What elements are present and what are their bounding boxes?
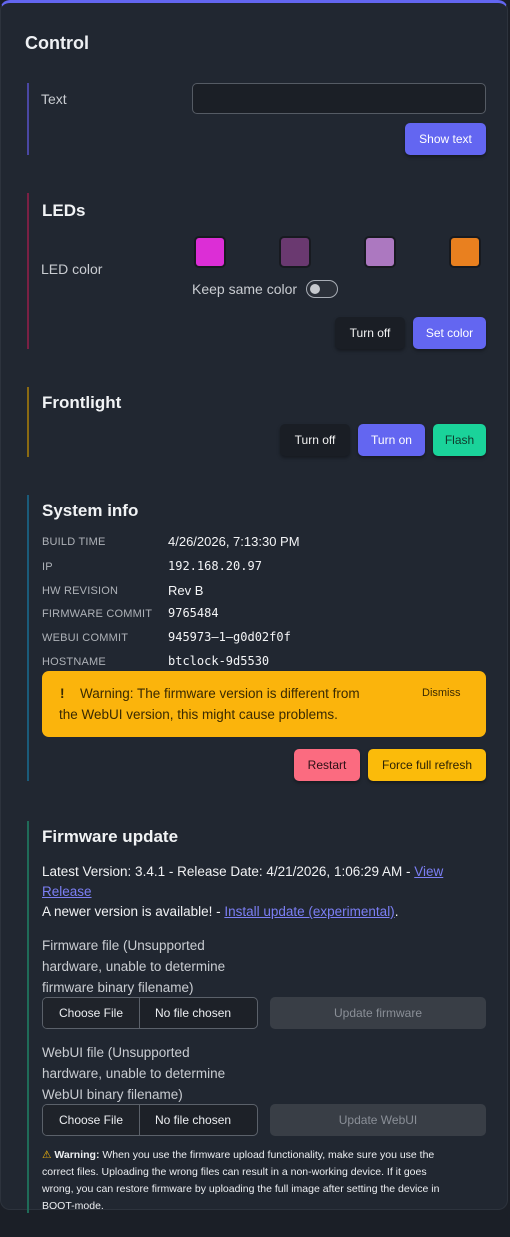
frontlight-turn-off-button[interactable]: Turn off	[280, 424, 350, 456]
set-color-button[interactable]: Set color	[413, 317, 486, 349]
warning-line-2: the WebUI version, this might cause prob…	[59, 707, 338, 722]
webui-file-label-line-3: WebUI binary filename)	[42, 1087, 183, 1102]
newer-version-line: A newer version is available! - Install …	[42, 904, 398, 919]
text-label: Text	[41, 91, 67, 107]
newer-version-text: A newer version is available! -	[42, 904, 225, 919]
leds-section: LEDs LED color Keep same color Turn off …	[27, 193, 487, 349]
webui-no-file-chosen: No file chosen	[155, 1113, 232, 1127]
firmware-file-label-line-2: hardware, unable to determine	[42, 959, 226, 974]
update-webui-button[interactable]: Update WebUI	[270, 1104, 486, 1136]
install-update-link[interactable]: Install update (experimental)	[224, 904, 394, 919]
firmware-choose-file-button[interactable]: Choose File	[43, 998, 140, 1028]
system-info-section: System info BUILD TIME 4/26/2026, 7:13:3…	[27, 495, 487, 781]
toggle-knob	[310, 284, 320, 294]
upload-warning-line-1: ⚠ Warning: When you use the firmware upl…	[42, 1147, 492, 1164]
leds-heading: LEDs	[42, 201, 86, 220]
view-release-link-part2[interactable]: Release	[42, 884, 92, 899]
firmware-commit-value: 9765484	[168, 606, 219, 620]
hw-revision-key: HW REVISION	[42, 585, 119, 597]
control-panel: Control Text Show text LEDs LED color Ke…	[0, 0, 508, 1213]
firmware-file-label-line-3: firmware binary filename)	[42, 980, 194, 995]
upload-warning-line-4: BOOT-mode.	[42, 1200, 104, 1212]
ip-key: IP	[42, 561, 53, 573]
ip-value: 192.168.20.97	[168, 559, 262, 573]
webui-file-input[interactable]: Choose File No file chosen	[42, 1104, 258, 1136]
newer-version-suffix: .	[394, 904, 399, 919]
firmware-no-file-chosen: No file chosen	[155, 1006, 232, 1020]
led-color-label: LED color	[41, 261, 103, 277]
upload-warning-line-2: correct files. Uploading the wrong files…	[42, 1166, 427, 1178]
upload-warning-note: ⚠ Warning: When you use the firmware upl…	[42, 1147, 492, 1215]
webui-choose-file-button[interactable]: Choose File	[43, 1105, 140, 1135]
text-input[interactable]	[192, 83, 486, 114]
frontlight-section: Frontlight Turn off Turn on Flash	[27, 387, 487, 457]
firmware-file-input[interactable]: Choose File No file chosen	[42, 997, 258, 1029]
update-firmware-button[interactable]: Update firmware	[270, 997, 486, 1029]
keep-same-color-label: Keep same color	[192, 281, 298, 297]
dismiss-button[interactable]: Dismiss	[422, 684, 461, 702]
webui-file-label: WebUI file (Unsupported hardware, unable…	[42, 1042, 225, 1105]
led-color-swatch-3[interactable]	[364, 236, 396, 268]
webui-file-label-line-1: WebUI file (Unsupported	[42, 1045, 190, 1060]
webui-commit-key: WEBUI COMMIT	[42, 632, 129, 644]
upload-warning-text-1: When you use the firmware upload functio…	[99, 1149, 435, 1161]
view-release-link-part1[interactable]: View	[414, 864, 443, 879]
frontlight-turn-on-button[interactable]: Turn on	[358, 424, 425, 456]
firmware-file-label-line-1: Firmware file (Unsupported	[42, 938, 205, 953]
led-color-swatch-1[interactable]	[194, 236, 226, 268]
latest-version-line: Latest Version: 3.4.1 - Release Date: 4/…	[42, 864, 443, 879]
hostname-value: btclock-9d5530	[168, 654, 270, 668]
webui-file-label-line-2: hardware, unable to determine	[42, 1066, 226, 1081]
latest-version-text: Latest Version: 3.4.1 - Release Date: 4/…	[42, 864, 415, 879]
hostname-key: HOSTNAME	[42, 656, 106, 668]
warning-line-1: Warning: The firmware version is differe…	[80, 686, 360, 701]
webui-commit-value: 945973–1–g0d02f0f	[168, 630, 291, 644]
hw-revision-value: Rev B	[168, 583, 204, 598]
keep-same-color-toggle[interactable]	[306, 280, 338, 298]
system-info-heading: System info	[42, 501, 139, 520]
warning-triangle-icon: ⚠	[42, 1149, 52, 1161]
leds-turn-off-button[interactable]: Turn off	[335, 317, 405, 349]
upload-warning-bold: Warning:	[54, 1149, 100, 1161]
build-time-value: 4/26/2026, 7:13:30 PM	[168, 534, 300, 549]
text-section: Text Show text	[27, 83, 487, 155]
firmware-update-heading: Firmware update	[42, 827, 179, 846]
frontlight-heading: Frontlight	[42, 393, 122, 412]
led-color-swatch-4[interactable]	[449, 236, 481, 268]
firmware-file-label: Firmware file (Unsupported hardware, una…	[42, 935, 225, 998]
panel-title: Control	[25, 33, 89, 53]
flash-button[interactable]: Flash	[433, 424, 486, 456]
warning-icon: !	[60, 686, 65, 701]
restart-button[interactable]: Restart	[294, 749, 360, 781]
firmware-commit-key: FIRMWARE COMMIT	[42, 608, 153, 620]
version-warning-alert: ! Warning: The firmware version is diffe…	[42, 671, 486, 737]
led-color-swatch-2[interactable]	[279, 236, 311, 268]
firmware-update-section: Firmware update Latest Version: 3.4.1 - …	[27, 821, 487, 1213]
show-text-button[interactable]: Show text	[405, 123, 486, 155]
force-full-refresh-button[interactable]: Force full refresh	[368, 749, 486, 781]
build-time-key: BUILD TIME	[42, 536, 106, 548]
upload-warning-line-3: wrong, you can restore firmware by uploa…	[42, 1183, 440, 1195]
